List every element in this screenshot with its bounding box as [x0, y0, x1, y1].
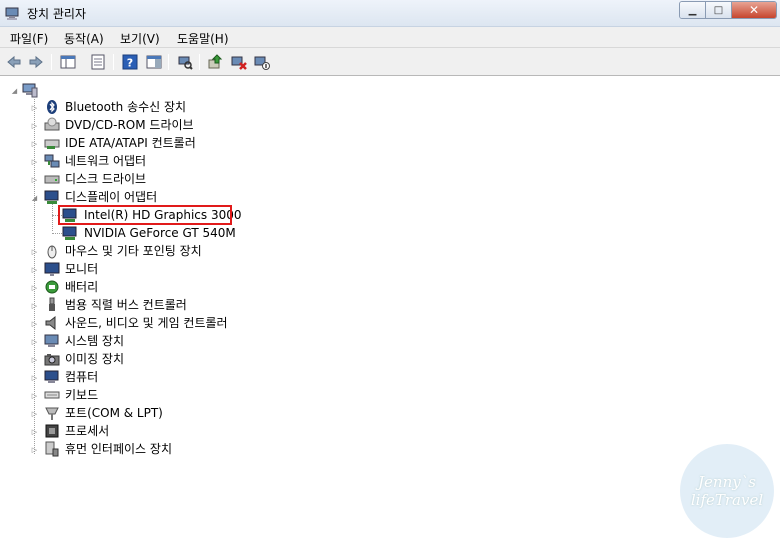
expander-ide[interactable]: ▷	[30, 139, 39, 148]
properties-icon[interactable]	[88, 52, 108, 72]
expander-computer[interactable]: ▷	[30, 373, 39, 382]
usb-icon[interactable]	[44, 297, 60, 313]
tree-line	[52, 233, 62, 234]
tree-item-keyboard[interactable]: 키보드	[65, 386, 98, 404]
help-icon[interactable]: ?	[120, 52, 140, 72]
display-adapter-icon[interactable]	[62, 225, 78, 241]
expander-bluetooth[interactable]: ▷	[30, 103, 39, 112]
watermark-line-1: Jenny`s	[698, 473, 756, 491]
maximize-button[interactable]: □	[706, 2, 732, 18]
title-bar: 장치 관리자 ▁ □ ✕	[0, 0, 780, 27]
update-driver-icon[interactable]	[205, 52, 225, 72]
minimize-button[interactable]: ▁	[680, 2, 706, 18]
close-button[interactable]: ✕	[732, 2, 776, 18]
tree-item-hid[interactable]: 휴먼 인터페이스 장치	[65, 440, 172, 458]
tree-item-processor[interactable]: 프로세서	[65, 422, 109, 440]
tree-item-port[interactable]: 포트(COM & LPT)	[65, 404, 163, 422]
tree-item-disk[interactable]: 디스크 드라이브	[65, 170, 146, 188]
computer-icon[interactable]	[44, 369, 60, 385]
computer-icon[interactable]	[22, 82, 38, 98]
scan-hardware-icon[interactable]	[175, 52, 195, 72]
imaging-device-icon[interactable]	[44, 351, 60, 367]
tree-line	[34, 99, 35, 454]
system-device-icon[interactable]	[44, 333, 60, 349]
tree-line	[52, 203, 53, 231]
disable-icon[interactable]	[252, 52, 272, 72]
expander-usb[interactable]: ▷	[30, 301, 39, 310]
network-adapter-icon[interactable]	[44, 153, 60, 169]
processor-icon[interactable]	[44, 423, 60, 439]
forward-icon[interactable]	[26, 52, 46, 72]
menu-action[interactable]: 동작(A)	[64, 30, 104, 47]
watermark-line-2: lifeTravel	[690, 491, 764, 509]
expander-imaging[interactable]: ▷	[30, 355, 39, 364]
expander-port[interactable]: ▷	[30, 409, 39, 418]
device-tree: ◢ ▷ Bluetooth 송수신 장치 ▷ DVD/CD-ROM 드라이브 ▷…	[0, 77, 780, 544]
menu-view[interactable]: 보기(V)	[120, 30, 160, 47]
tree-item-battery[interactable]: 배터리	[65, 278, 98, 296]
battery-icon[interactable]	[44, 279, 60, 295]
dvd-drive-icon[interactable]	[44, 117, 60, 133]
tree-item-usb[interactable]: 범용 직렬 버스 컨트롤러	[65, 296, 187, 314]
expander-display[interactable]: ◢	[30, 193, 39, 202]
menu-bar: 파일(F) 동작(A) 보기(V) 도움말(H)	[0, 27, 780, 48]
tree-item-mouse[interactable]: 마우스 및 기타 포인팅 장치	[65, 242, 202, 260]
port-icon[interactable]	[44, 405, 60, 421]
ide-controller-icon[interactable]	[44, 135, 60, 151]
expander-monitor[interactable]: ▷	[30, 265, 39, 274]
toolbar: ?	[0, 48, 780, 76]
sound-icon[interactable]	[44, 315, 60, 331]
mouse-icon[interactable]	[44, 243, 60, 259]
toolbar-separator	[199, 54, 200, 70]
watermark-logo: Jenny`s lifeTravel	[680, 444, 774, 538]
tree-item-ide[interactable]: IDE ATA/ATAPI 컨트롤러	[65, 134, 196, 152]
tree-item-computer[interactable]: 컴퓨터	[65, 368, 98, 386]
tree-item-bluetooth[interactable]: Bluetooth 송수신 장치	[65, 98, 186, 116]
tree-item-display[interactable]: 디스플레이 어댑터	[65, 188, 157, 206]
toolbar-separator	[113, 54, 114, 70]
show-hide-console-tree-icon[interactable]	[58, 52, 78, 72]
expander-dvd[interactable]: ▷	[30, 121, 39, 130]
tree-item-network[interactable]: 네트워크 어댑터	[65, 152, 146, 170]
toolbar-separator	[168, 54, 169, 70]
disk-drive-icon[interactable]	[44, 171, 60, 187]
window-controls: ▁ □ ✕	[679, 1, 777, 19]
bluetooth-icon[interactable]	[44, 99, 60, 115]
show-action-pane-icon[interactable]	[144, 52, 164, 72]
tree-item-dvd[interactable]: DVD/CD-ROM 드라이브	[65, 116, 194, 134]
device-manager-icon	[5, 7, 19, 20]
tree-item-nvidia-gt540m[interactable]: NVIDIA GeForce GT 540M	[84, 224, 236, 242]
expander-battery[interactable]: ▷	[30, 283, 39, 292]
expander-network[interactable]: ▷	[30, 157, 39, 166]
tree-item-sound[interactable]: 사운드, 비디오 및 게임 컨트롤러	[65, 314, 228, 332]
menu-file[interactable]: 파일(F)	[10, 30, 48, 47]
root-expander[interactable]: ◢	[10, 86, 19, 95]
uninstall-icon[interactable]	[229, 52, 249, 72]
highlight-box	[58, 205, 232, 225]
expander-processor[interactable]: ▷	[30, 427, 39, 436]
toolbar-separator	[51, 54, 52, 70]
expander-hid[interactable]: ▷	[30, 445, 39, 454]
expander-disk[interactable]: ▷	[30, 175, 39, 184]
expander-system[interactable]: ▷	[30, 337, 39, 346]
tree-item-imaging[interactable]: 이미징 장치	[65, 350, 124, 368]
expander-mouse[interactable]: ▷	[30, 247, 39, 256]
expander-sound[interactable]: ▷	[30, 319, 39, 328]
expander-keyboard[interactable]: ▷	[30, 391, 39, 400]
tree-item-system[interactable]: 시스템 장치	[65, 332, 124, 350]
tree-item-monitor[interactable]: 모니터	[65, 260, 98, 278]
display-adapter-icon[interactable]	[44, 189, 60, 205]
window-title: 장치 관리자	[27, 7, 87, 21]
menu-help[interactable]: 도움말(H)	[177, 30, 229, 47]
back-icon[interactable]	[4, 52, 24, 72]
monitor-icon[interactable]	[44, 261, 60, 277]
keyboard-icon[interactable]	[44, 387, 60, 403]
svg-text:?: ?	[127, 57, 133, 70]
hid-icon[interactable]	[44, 441, 60, 457]
